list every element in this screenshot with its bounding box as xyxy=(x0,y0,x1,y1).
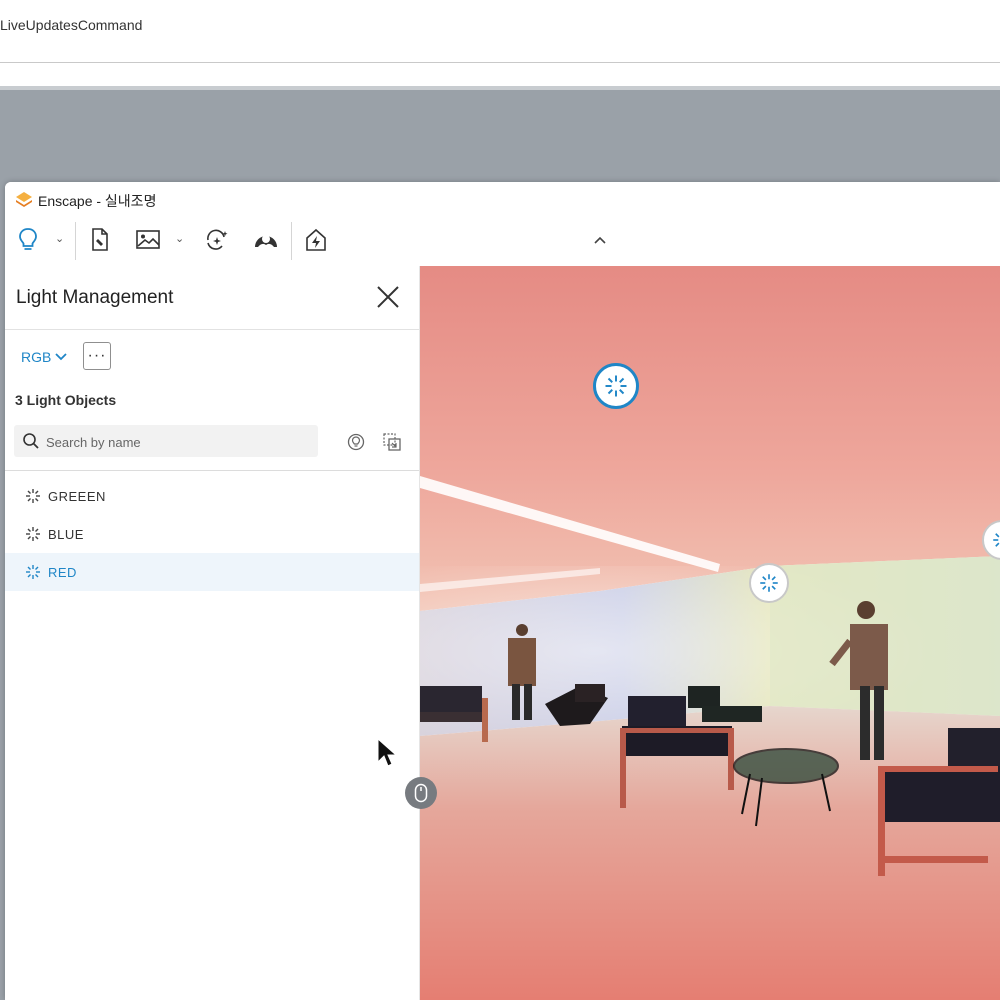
light-management-button[interactable] xyxy=(13,224,43,256)
workspace-top-strip xyxy=(0,86,1000,90)
document-edit-button[interactable] xyxy=(85,224,115,256)
chevron-down-icon[interactable]: ⌄ xyxy=(175,232,184,245)
chevron-down-icon[interactable]: ⌄ xyxy=(55,232,64,245)
command-bar-divider xyxy=(0,62,1000,63)
light-management-panel: Light Management RGB ··· 3 Light Objects xyxy=(5,266,420,1000)
light-icon xyxy=(24,487,42,505)
search-icon xyxy=(23,433,39,449)
light-list-item[interactable]: BLUE xyxy=(5,515,419,553)
chevron-up-icon xyxy=(594,236,606,244)
panel-title: Light Management xyxy=(16,287,174,308)
ai-enhance-button[interactable] xyxy=(202,224,232,256)
search-box xyxy=(14,425,318,457)
sparkle-icon xyxy=(207,229,228,250)
light-name: BLUE xyxy=(48,526,84,542)
select-icon xyxy=(383,433,401,451)
light-name: GREEEN xyxy=(48,488,106,504)
lightbulb-icon xyxy=(19,228,37,250)
light-list-item[interactable]: GREEEN xyxy=(5,477,419,515)
light-pin-icon xyxy=(347,433,365,451)
live-update-button[interactable] xyxy=(301,224,331,256)
mouse-cursor-icon xyxy=(377,738,398,767)
more-icon: ··· xyxy=(87,347,107,364)
atmosphere-button[interactable] xyxy=(251,224,281,256)
mouse-icon xyxy=(414,783,428,803)
locate-light-button[interactable] xyxy=(346,432,366,452)
rendered-scene xyxy=(420,266,1000,1000)
color-mode-dropdown[interactable]: RGB xyxy=(21,346,67,368)
color-mode-value: RGB xyxy=(21,349,52,365)
toolbar: ⌄ ⌄ xyxy=(5,216,1000,266)
command-text: LiveUpdatesCommand xyxy=(0,17,143,33)
panel-divider xyxy=(5,329,419,330)
title-bar: Enscape - 실내조명 xyxy=(5,182,1000,216)
select-all-button[interactable] xyxy=(382,432,402,452)
light-icon xyxy=(24,563,42,581)
list-divider xyxy=(5,470,419,471)
light-icon xyxy=(605,375,627,397)
search-input[interactable] xyxy=(44,431,313,453)
light-name: RED xyxy=(48,564,77,580)
more-options-button[interactable]: ··· xyxy=(83,342,111,370)
window-title: Enscape - 실내조명 xyxy=(38,193,157,209)
toolbar-separator xyxy=(75,222,76,260)
collapse-toolbar-button[interactable] xyxy=(585,224,615,256)
light-list-item-selected[interactable]: RED xyxy=(5,553,419,591)
render-viewport[interactable] xyxy=(420,266,1000,1000)
light-icon xyxy=(24,525,42,543)
mouse-navigation-indicator xyxy=(405,777,437,809)
close-icon xyxy=(377,286,399,308)
light-count: 3 Light Objects xyxy=(15,392,117,408)
light-icon xyxy=(993,533,1000,547)
image-icon xyxy=(136,230,160,249)
toolbar-separator xyxy=(291,222,292,260)
command-bar: LiveUpdatesCommand xyxy=(0,0,1000,62)
light-list: GREEEN BLUE RED xyxy=(5,477,419,591)
enscape-logo-icon xyxy=(16,192,32,207)
image-button[interactable] xyxy=(133,224,163,256)
light-marker[interactable] xyxy=(749,563,789,603)
house-bolt-icon xyxy=(306,228,326,251)
document-edit-icon xyxy=(92,228,108,251)
enscape-window: Enscape - 실내조명 ⌄ ⌄ Light Management RGB … xyxy=(5,182,1000,1000)
chevron-down-icon xyxy=(55,353,67,361)
light-icon xyxy=(760,574,778,592)
light-marker-selected[interactable] xyxy=(593,363,639,409)
sky-icon xyxy=(255,235,277,247)
close-button[interactable] xyxy=(373,282,403,312)
